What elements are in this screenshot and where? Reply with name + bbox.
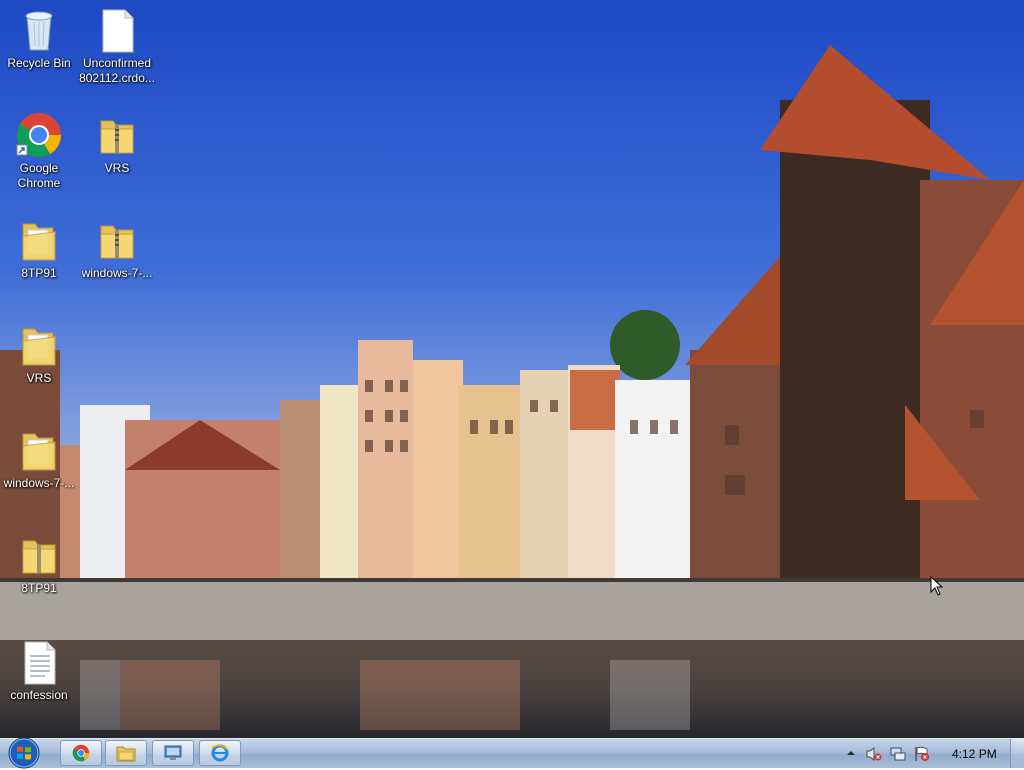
desktop-icon-8tp91-zip[interactable]: 8TP91: [1, 531, 77, 596]
desktop-icon-label: Google Chrome: [17, 161, 61, 190]
desktop-icon-windows-7-folder[interactable]: windows-7-...: [1, 426, 77, 491]
ie-icon: [211, 744, 229, 762]
desktop-icon-unconfirmed-download[interactable]: Unconfirmed 802112.crdo...: [79, 6, 155, 86]
desktop-icon-label: confession: [10, 688, 68, 702]
start-button[interactable]: [4, 736, 44, 770]
desktop-icon-8tp91-folder[interactable]: 8TP91: [1, 216, 77, 281]
desktop-icon-label: Recycle Bin: [7, 56, 71, 70]
show-hidden-icons-icon[interactable]: [846, 748, 856, 758]
folder-icon: [22, 328, 56, 366]
action-center-icon[interactable]: [914, 746, 930, 762]
taskbar-chrome-button[interactable]: [60, 740, 102, 766]
recycle-bin-icon: [25, 11, 53, 51]
desktop-icon-confession[interactable]: confession: [1, 638, 77, 703]
zip-folder-icon: [100, 120, 134, 154]
text-file-icon: [24, 641, 56, 685]
explorer-icon: [116, 746, 136, 762]
zip-folder-icon: [22, 540, 56, 574]
desktop-icon-label: windows-7-...: [3, 476, 75, 490]
desktop-icon-label: windows-7-...: [81, 266, 153, 280]
taskbar: 4:12 PM: [0, 736, 1024, 770]
desktop-icon-label: VRS: [26, 371, 52, 385]
remote-desktop-icon: [164, 745, 182, 760]
show-desktop-button[interactable]: [1010, 739, 1024, 768]
clock-time[interactable]: 4:12 PM: [952, 747, 1002, 761]
network-icon[interactable]: [890, 746, 906, 762]
folder-icon: [22, 223, 56, 261]
folder-icon: [22, 433, 56, 471]
desktop-icon-vrs-folder[interactable]: VRS: [1, 321, 77, 386]
desktop-icon-vrs-zip[interactable]: VRS: [79, 111, 155, 176]
desktop-icon-google-chrome[interactable]: Google Chrome: [1, 111, 77, 191]
desktop-icon-windows-7-zip[interactable]: windows-7-...: [79, 216, 155, 281]
chrome-icon: [16, 113, 61, 157]
taskbar-internet-explorer-button[interactable]: [199, 740, 241, 766]
desktop-icon-recycle-bin[interactable]: Recycle Bin: [1, 6, 77, 71]
desktop-icon-label: Unconfirmed 802112.crdo...: [79, 56, 155, 85]
file-icon: [102, 9, 134, 53]
desktop-icon-label: 8TP91: [21, 581, 57, 595]
desktop[interactable]: Recycle Bin Unconfirmed 802112.crdo... G…: [0, 0, 1024, 738]
chrome-icon: [72, 744, 90, 762]
desktop-icon-label: 8TP91: [21, 266, 57, 280]
desktop-icon-label: VRS: [104, 161, 130, 175]
taskbar-remote-desktop-button[interactable]: [152, 740, 194, 766]
mouse-cursor-icon: [930, 576, 944, 596]
volume-muted-icon[interactable]: [866, 746, 882, 762]
zip-folder-icon: [100, 225, 134, 259]
taskbar-explorer-button[interactable]: [105, 740, 147, 766]
